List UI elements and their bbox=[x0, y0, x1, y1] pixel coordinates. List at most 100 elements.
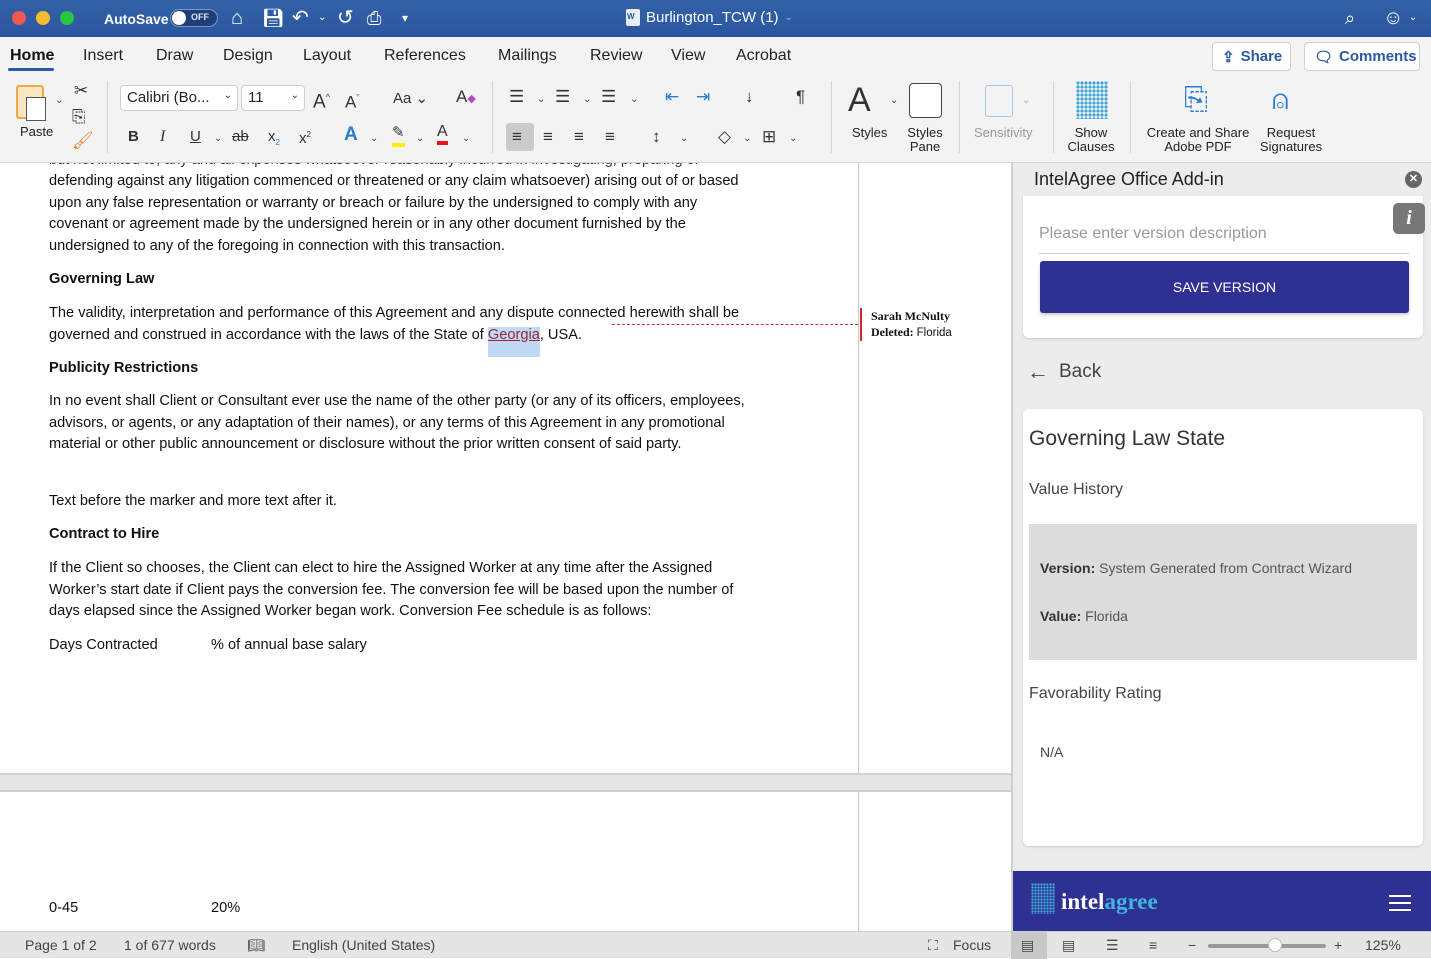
draft-view-icon[interactable]: ≡ bbox=[1149, 937, 1157, 953]
tab-acrobat[interactable]: Acrobat bbox=[736, 47, 791, 65]
revision-balloon[interactable]: Sarah McNulty Deleted: Florida bbox=[860, 308, 952, 341]
clear-formatting-icon[interactable]: A◆ bbox=[456, 87, 476, 109]
version-description-input[interactable] bbox=[1039, 214, 1409, 254]
numbering-icon[interactable]: ☰ bbox=[555, 87, 570, 107]
save-icon[interactable]: 💾︎ bbox=[262, 6, 285, 30]
multilevel-list-icon[interactable]: ☰ bbox=[601, 87, 616, 107]
undo-icon[interactable]: ↶ bbox=[292, 6, 309, 30]
autosave-toggle[interactable]: OFF bbox=[170, 9, 218, 27]
web-layout-icon[interactable]: ▤ bbox=[1062, 937, 1075, 954]
shrink-font-icon[interactable]: Aˇ bbox=[345, 88, 359, 113]
create-share-pdf-button[interactable]: Create and Share Adobe PDF bbox=[1143, 126, 1253, 154]
text-effects-icon[interactable]: A bbox=[344, 125, 358, 145]
request-signatures-icon[interactable]: ⍝ bbox=[1272, 83, 1289, 117]
font-color-icon[interactable]: A bbox=[437, 123, 448, 145]
show-clauses-button[interactable]: Show Clauses bbox=[1067, 126, 1115, 154]
search-icon[interactable]: ⌕ bbox=[1345, 6, 1355, 30]
increase-indent-icon[interactable]: ⇥ bbox=[696, 87, 710, 107]
tab-mailings[interactable]: Mailings bbox=[498, 47, 557, 65]
zoom-slider[interactable] bbox=[1208, 944, 1326, 948]
strikethrough-icon[interactable]: ab bbox=[232, 127, 249, 147]
close-pane-icon[interactable]: ✕ bbox=[1405, 171, 1422, 188]
tab-home[interactable]: Home bbox=[10, 47, 54, 65]
outline-view-icon[interactable]: ☰ bbox=[1106, 937, 1119, 954]
underline-dropdown-icon[interactable]: ⌄ bbox=[214, 133, 222, 144]
redo-icon[interactable]: ↺ bbox=[337, 6, 354, 30]
home-icon[interactable]: ⌂ bbox=[231, 6, 243, 30]
numbering-dropdown-icon[interactable]: ⌄ bbox=[583, 94, 591, 105]
line-spacing-icon[interactable]: ↕ bbox=[652, 127, 661, 147]
paste-icon[interactable] bbox=[16, 85, 46, 121]
language[interactable]: English (United States) bbox=[292, 937, 435, 953]
request-signatures-button[interactable]: Request Signatures bbox=[1258, 126, 1324, 154]
grow-font-icon[interactable]: A^ bbox=[313, 87, 330, 112]
show-clauses-icon[interactable] bbox=[1076, 81, 1108, 119]
pilcrow-icon[interactable]: ¶ bbox=[796, 87, 805, 107]
tab-view[interactable]: View bbox=[671, 47, 705, 65]
highlight-icon[interactable]: ✎ bbox=[392, 123, 405, 147]
window-minimize-button[interactable] bbox=[36, 11, 50, 25]
font-name-select[interactable]: Calibri (Bo... ⌄ bbox=[120, 85, 238, 111]
comments-button[interactable]: 🗨︎ Comments bbox=[1304, 42, 1420, 71]
text-effects-dropdown-icon[interactable]: ⌄ bbox=[370, 133, 378, 144]
italic-icon[interactable]: I bbox=[160, 127, 165, 147]
shading-icon[interactable]: ◇ bbox=[718, 127, 731, 147]
save-version-button[interactable]: SAVE VERSION bbox=[1040, 261, 1409, 313]
proofing-icon[interactable]: 📖︎ bbox=[247, 937, 265, 954]
tab-design[interactable]: Design bbox=[223, 47, 273, 65]
focus-icon[interactable]: ⛶ bbox=[928, 937, 938, 954]
back-button[interactable]: ← Back bbox=[1027, 359, 1101, 385]
tab-references[interactable]: References bbox=[384, 47, 466, 65]
document-canvas[interactable]: but not limited to, any and all expenses… bbox=[0, 163, 1011, 931]
page-count[interactable]: Page 1 of 2 bbox=[25, 937, 97, 953]
tab-review[interactable]: Review bbox=[590, 47, 642, 65]
borders-dropdown-icon[interactable]: ⌄ bbox=[789, 133, 797, 144]
window-maximize-button[interactable] bbox=[60, 11, 74, 25]
align-right-icon[interactable]: ≡ bbox=[574, 127, 584, 147]
zoom-in-button[interactable]: + bbox=[1334, 937, 1342, 953]
zoom-out-button[interactable]: − bbox=[1188, 937, 1196, 953]
styles-pane-icon[interactable] bbox=[909, 83, 942, 118]
format-painter-icon[interactable]: 🖌︎ bbox=[72, 131, 94, 151]
feedback-smiley-icon[interactable]: ☺ bbox=[1383, 6, 1403, 30]
justify-icon[interactable]: ≡ bbox=[605, 127, 615, 147]
highlight-dropdown-icon[interactable]: ⌄ bbox=[416, 133, 424, 144]
share-button[interactable]: ⇪ Share bbox=[1212, 42, 1291, 71]
bullets-icon[interactable]: ☰ bbox=[509, 87, 524, 107]
font-size-select[interactable]: 11 ⌄ bbox=[241, 85, 305, 111]
superscript-icon[interactable]: x2 bbox=[299, 125, 311, 149]
print-layout-button[interactable]: ▤ bbox=[1011, 932, 1047, 959]
styles-pane-button[interactable]: Styles Pane bbox=[902, 126, 948, 154]
window-close-button[interactable] bbox=[12, 11, 26, 25]
underline-icon[interactable]: U bbox=[190, 127, 201, 147]
create-pdf-icon[interactable]: ⎘ bbox=[1184, 83, 1208, 117]
align-left-button[interactable]: ≡ bbox=[506, 123, 534, 151]
hamburger-menu-icon[interactable] bbox=[1389, 895, 1411, 916]
print-icon[interactable]: ⎙ bbox=[367, 6, 381, 30]
word-count[interactable]: 1 of 677 words bbox=[124, 937, 216, 953]
copy-icon[interactable]: ⎘ bbox=[72, 107, 86, 127]
styles-dropdown-icon[interactable]: ⌄ bbox=[890, 95, 898, 106]
tab-insert[interactable]: Insert bbox=[83, 47, 123, 65]
zoom-level[interactable]: 125% bbox=[1365, 937, 1401, 953]
tracked-insertion[interactable]: Georgia bbox=[487, 326, 540, 357]
sort-icon[interactable]: ↓ bbox=[745, 87, 754, 107]
multilevel-dropdown-icon[interactable]: ⌄ bbox=[630, 94, 638, 105]
shading-dropdown-icon[interactable]: ⌄ bbox=[743, 133, 751, 144]
document-title[interactable]: Burlington_TCW (1) ⌄ bbox=[626, 9, 793, 26]
tab-draw[interactable]: Draw bbox=[156, 47, 193, 65]
tab-layout[interactable]: Layout bbox=[303, 47, 351, 65]
decrease-indent-icon[interactable]: ⇤ bbox=[665, 87, 679, 107]
line-spacing-dropdown-icon[interactable]: ⌄ bbox=[680, 133, 688, 144]
styles-icon[interactable]: A bbox=[848, 81, 871, 119]
borders-icon[interactable]: ⊞ bbox=[762, 127, 776, 147]
paste-dropdown-icon[interactable]: ⌄ bbox=[55, 95, 63, 106]
styles-button[interactable]: Styles bbox=[852, 126, 887, 140]
focus-button[interactable]: Focus bbox=[953, 937, 991, 953]
undo-dropdown-icon[interactable]: ⌄ bbox=[318, 6, 326, 30]
paste-button[interactable]: Paste bbox=[20, 125, 53, 139]
bold-icon[interactable]: B bbox=[128, 127, 139, 147]
font-color-dropdown-icon[interactable]: ⌄ bbox=[462, 133, 470, 144]
bullets-dropdown-icon[interactable]: ⌄ bbox=[537, 94, 545, 105]
chevron-down-icon[interactable]: ⌄ bbox=[1409, 6, 1417, 30]
